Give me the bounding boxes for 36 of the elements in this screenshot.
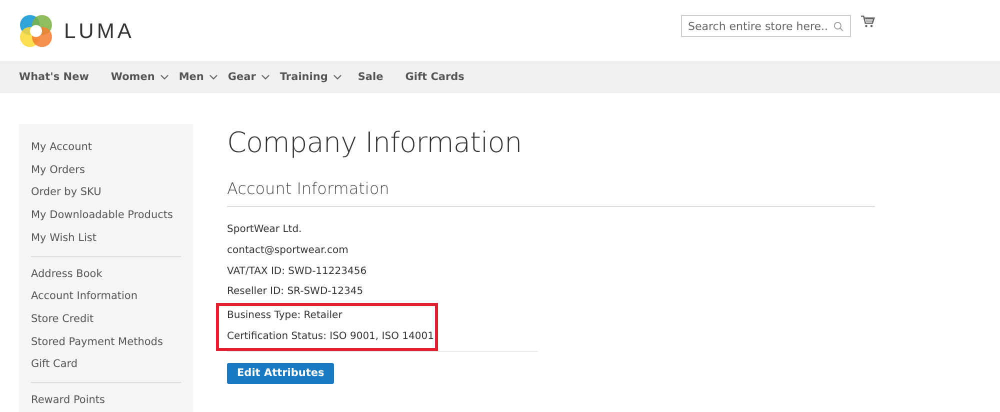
section-title: Account Information xyxy=(227,179,875,207)
cart-icon[interactable] xyxy=(861,15,875,28)
page-title: Company Information xyxy=(227,126,523,159)
nav-link[interactable]: Men xyxy=(178,71,218,83)
caret-icon xyxy=(332,74,342,80)
search-icon[interactable] xyxy=(833,20,844,32)
caret-icon xyxy=(260,74,270,80)
sidebar-link[interactable]: My Downloadable Products xyxy=(31,204,181,227)
nav-link[interactable]: Gift Cards xyxy=(405,71,464,83)
logo-icon[interactable] xyxy=(18,12,54,48)
info-text: SportWear Ltd. xyxy=(227,224,302,235)
search-field[interactable]: Search entire store here... xyxy=(681,15,851,37)
sidebar-link[interactable]: Order by SKU xyxy=(31,181,181,204)
sidebar-link[interactable]: Address Book xyxy=(31,262,181,286)
info-text: VAT/TAX ID: SWD-11223456 xyxy=(227,266,367,277)
info-text: contact@sportwear.com xyxy=(227,244,348,256)
caret-icon xyxy=(208,74,218,80)
nav-link[interactable]: Gear xyxy=(228,71,270,83)
sidebar-link[interactable]: Account Information xyxy=(31,285,181,308)
nav-link[interactable]: Women xyxy=(110,71,169,83)
caret-icon xyxy=(160,74,169,80)
sidebar-link[interactable]: Stored Payment Methods xyxy=(31,330,181,354)
sidebar-link[interactable]: My Orders xyxy=(31,158,181,182)
nav-link[interactable]: What's New xyxy=(19,71,89,83)
info-text: Reseller ID: SR-SWD-12345 xyxy=(227,286,364,298)
sidebar-link[interactable]: My Wish List xyxy=(31,226,181,250)
info-text: Business Type: Retailer xyxy=(227,310,342,322)
sidebar-link[interactable]: My Account xyxy=(31,136,181,159)
sidebar-link[interactable]: Reward Points xyxy=(31,389,181,412)
sidebar-link[interactable]: Gift Card xyxy=(31,353,181,376)
edit-attributes-button[interactable]: Edit Attributes xyxy=(227,362,334,384)
logo-text[interactable]: LUMA xyxy=(64,20,134,44)
nav-link[interactable]: Training xyxy=(280,71,342,83)
nav-link[interactable]: Sale xyxy=(358,71,384,83)
info-text: Certification Status: ISO 9001, ISO 14001 xyxy=(227,330,434,342)
sidebar-link[interactable]: Store Credit xyxy=(31,308,181,331)
